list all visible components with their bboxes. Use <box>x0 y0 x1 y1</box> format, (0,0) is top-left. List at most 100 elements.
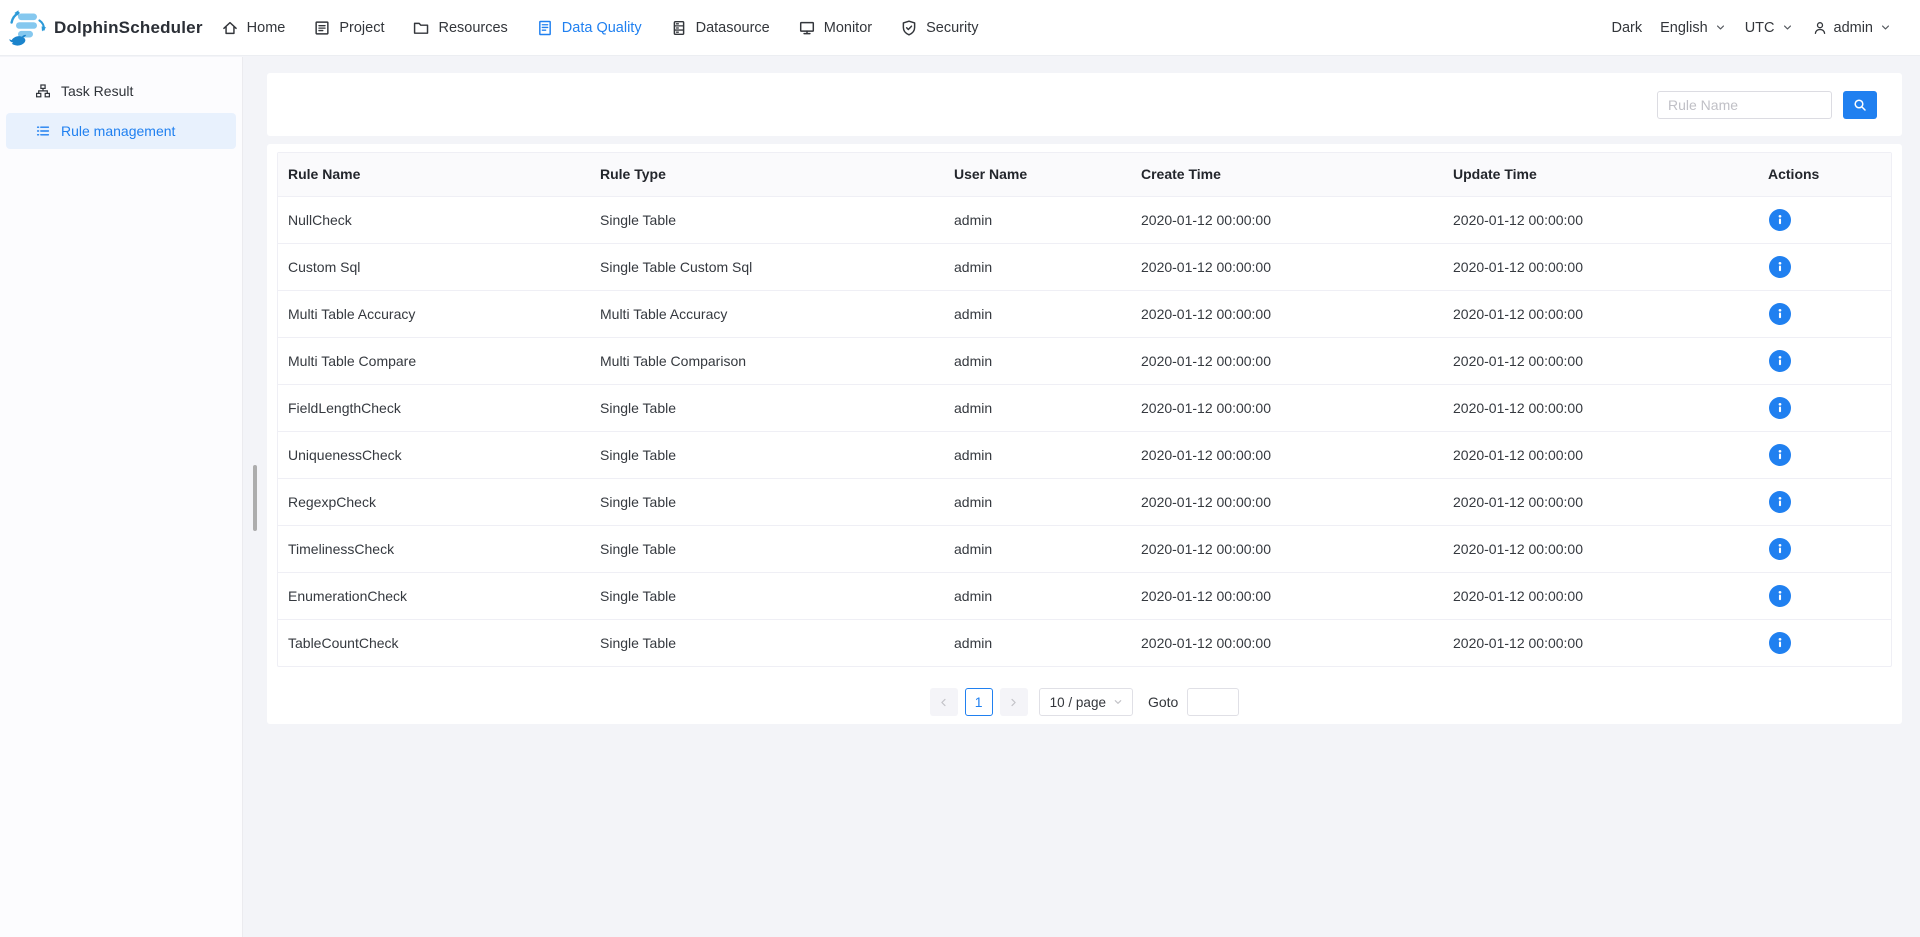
nav-item-label: Monitor <box>824 20 872 36</box>
sidebar-item-icon <box>35 83 51 99</box>
cell-create-time: 2020-01-12 00:00:00 <box>1131 572 1443 619</box>
search-button[interactable] <box>1843 91 1877 119</box>
chevron-down-icon <box>1879 21 1892 34</box>
next-page-button[interactable] <box>1000 688 1028 716</box>
rule-detail-button[interactable] <box>1769 444 1791 466</box>
search-card <box>267 73 1902 136</box>
cell-actions <box>1758 619 1891 666</box>
rule-detail-button[interactable] <box>1769 397 1791 419</box>
cell-actions <box>1758 337 1891 384</box>
cell-rule-name: Multi Table Accuracy <box>278 290 590 337</box>
cell-user-name: admin <box>944 572 1131 619</box>
rule-detail-button[interactable] <box>1769 256 1791 278</box>
info-icon <box>1773 213 1787 227</box>
table-row: RegexpCheck Single Table admin 2020-01-1… <box>278 478 1891 525</box>
pagination: 1 10 / page Goto <box>267 688 1902 716</box>
info-icon <box>1773 448 1787 462</box>
chevron-down-icon <box>1714 21 1727 34</box>
cell-actions <box>1758 196 1891 243</box>
table-row: EnumerationCheck Single Table admin 2020… <box>278 572 1891 619</box>
cell-rule-name: TimelinessCheck <box>278 525 590 572</box>
cell-create-time: 2020-01-12 00:00:00 <box>1131 290 1443 337</box>
column-header: Actions <box>1758 153 1891 196</box>
cell-user-name: admin <box>944 431 1131 478</box>
rule-detail-button[interactable] <box>1769 209 1791 231</box>
cell-actions <box>1758 243 1891 290</box>
cell-update-time: 2020-01-12 00:00:00 <box>1443 290 1758 337</box>
cell-user-name: admin <box>944 243 1131 290</box>
info-icon <box>1773 401 1787 415</box>
cell-rule-type: Single Table <box>590 619 944 666</box>
cell-create-time: 2020-01-12 00:00:00 <box>1131 619 1443 666</box>
nav-item-icon <box>412 19 430 37</box>
cell-rule-type: Single Table <box>590 572 944 619</box>
nav-item[interactable]: Resources <box>412 19 507 37</box>
nav-item[interactable]: Security <box>900 19 978 37</box>
cell-rule-type: Single Table <box>590 525 944 572</box>
rule-detail-button[interactable] <box>1769 350 1791 372</box>
cell-rule-name: Multi Table Compare <box>278 337 590 384</box>
page-1-button[interactable]: 1 <box>965 688 993 716</box>
nav-item-icon <box>313 19 331 37</box>
nav-item[interactable]: Monitor <box>798 19 872 37</box>
cell-create-time: 2020-01-12 00:00:00 <box>1131 337 1443 384</box>
column-header: User Name <box>944 153 1131 196</box>
nav-item-icon <box>670 19 688 37</box>
nav-item[interactable]: Datasource <box>670 19 770 37</box>
rule-detail-button[interactable] <box>1769 491 1791 513</box>
table-row: FieldLengthCheck Single Table admin 2020… <box>278 384 1891 431</box>
rule-detail-button[interactable] <box>1769 585 1791 607</box>
info-icon <box>1773 354 1787 368</box>
table-card: Rule Name Rule Type User Name Create Tim… <box>267 144 1902 724</box>
rule-detail-button[interactable] <box>1769 538 1791 560</box>
chevron-left-icon <box>937 696 950 709</box>
cell-create-time: 2020-01-12 00:00:00 <box>1131 384 1443 431</box>
cell-actions <box>1758 525 1891 572</box>
user-menu[interactable]: admin <box>1812 20 1893 36</box>
cell-rule-type: Multi Table Accuracy <box>590 290 944 337</box>
nav-item-label: Security <box>926 20 978 36</box>
cell-user-name: admin <box>944 525 1131 572</box>
nav-item-label: Project <box>339 20 384 36</box>
sidebar-item-label: Task Result <box>61 83 133 99</box>
language-label: English <box>1660 20 1708 36</box>
info-icon <box>1773 542 1787 556</box>
scrollbar-thumb[interactable] <box>253 465 257 531</box>
prev-page-button[interactable] <box>930 688 958 716</box>
table-row: Multi Table Accuracy Multi Table Accurac… <box>278 290 1891 337</box>
page-size-select[interactable]: 10 / page <box>1039 688 1133 716</box>
page-size-label: 10 / page <box>1050 695 1106 710</box>
rule-detail-button[interactable] <box>1769 632 1791 654</box>
theme-toggle[interactable]: Dark <box>1612 20 1643 36</box>
cell-rule-type: Multi Table Comparison <box>590 337 944 384</box>
timezone-select[interactable]: UTC <box>1745 20 1794 36</box>
goto-label: Goto <box>1148 694 1178 710</box>
sidebar-item[interactable]: Task Result <box>6 73 236 109</box>
cell-rule-name: Custom Sql <box>278 243 590 290</box>
table-body: NullCheck Single Table admin 2020-01-12 … <box>278 196 1891 666</box>
sidebar-item[interactable]: Rule management <box>6 113 236 149</box>
table-row: UniquenessCheck Single Table admin 2020-… <box>278 431 1891 478</box>
cell-update-time: 2020-01-12 00:00:00 <box>1443 572 1758 619</box>
table-row: NullCheck Single Table admin 2020-01-12 … <box>278 196 1891 243</box>
info-icon <box>1773 589 1787 603</box>
cell-rule-name: FieldLengthCheck <box>278 384 590 431</box>
dolphinscheduler-logo-icon <box>8 8 48 48</box>
nav-item[interactable]: Project <box>313 19 384 37</box>
language-select[interactable]: English <box>1660 20 1727 36</box>
nav-item[interactable]: Home <box>221 19 286 37</box>
cell-user-name: admin <box>944 478 1131 525</box>
table-row: Custom Sql Single Table Custom Sql admin… <box>278 243 1891 290</box>
info-icon <box>1773 260 1787 274</box>
brand[interactable]: DolphinScheduler <box>8 8 203 48</box>
search-input[interactable] <box>1657 91 1832 119</box>
top-nav: DolphinScheduler Home Project Resources … <box>0 0 1920 56</box>
brand-title: DolphinScheduler <box>54 18 203 38</box>
goto-page-input[interactable] <box>1187 688 1239 716</box>
column-header: Rule Type <box>590 153 944 196</box>
sidebar-item-label: Rule management <box>61 123 175 139</box>
cell-rule-type: Single Table Custom Sql <box>590 243 944 290</box>
rule-detail-button[interactable] <box>1769 303 1791 325</box>
nav-item[interactable]: Data Quality <box>536 19 642 37</box>
cell-create-time: 2020-01-12 00:00:00 <box>1131 196 1443 243</box>
